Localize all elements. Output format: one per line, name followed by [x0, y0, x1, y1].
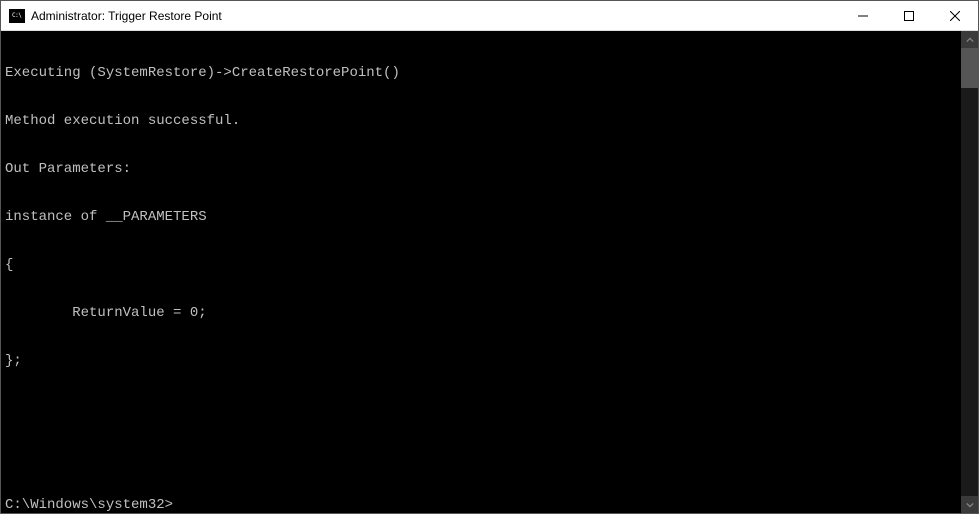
output-line: [5, 449, 957, 465]
output-line: Method execution successful.: [5, 113, 957, 129]
vertical-scrollbar[interactable]: [961, 31, 978, 513]
chevron-down-icon: [966, 501, 974, 509]
scroll-down-button[interactable]: [961, 496, 978, 513]
window-title: Administrator: Trigger Restore Point: [31, 9, 840, 23]
scroll-up-button[interactable]: [961, 31, 978, 48]
cmd-icon: C:\: [9, 9, 25, 23]
output-line: };: [5, 353, 957, 369]
chevron-up-icon: [966, 36, 974, 44]
output-line: Out Parameters:: [5, 161, 957, 177]
maximize-button[interactable]: [886, 1, 932, 30]
console-output[interactable]: Executing (SystemRestore)->CreateRestore…: [1, 31, 961, 513]
console-window: C:\ Administrator: Trigger Restore Point…: [0, 0, 979, 514]
output-line: [5, 401, 957, 417]
maximize-icon: [904, 11, 914, 21]
titlebar[interactable]: C:\ Administrator: Trigger Restore Point: [1, 1, 978, 31]
output-line: Executing (SystemRestore)->CreateRestore…: [5, 65, 957, 81]
output-line: {: [5, 257, 957, 273]
scrollbar-track[interactable]: [961, 48, 978, 496]
output-line: ReturnValue = 0;: [5, 305, 957, 321]
output-line: instance of __PARAMETERS: [5, 209, 957, 225]
minimize-button[interactable]: [840, 1, 886, 30]
prompt-text: C:\Windows\system32>: [5, 497, 173, 513]
window-controls: [840, 1, 978, 30]
console-body: Executing (SystemRestore)->CreateRestore…: [1, 31, 978, 513]
prompt-line[interactable]: C:\Windows\system32>: [5, 497, 957, 513]
minimize-icon: [858, 11, 868, 21]
close-icon: [950, 11, 960, 21]
close-button[interactable]: [932, 1, 978, 30]
scrollbar-thumb[interactable]: [961, 48, 978, 88]
